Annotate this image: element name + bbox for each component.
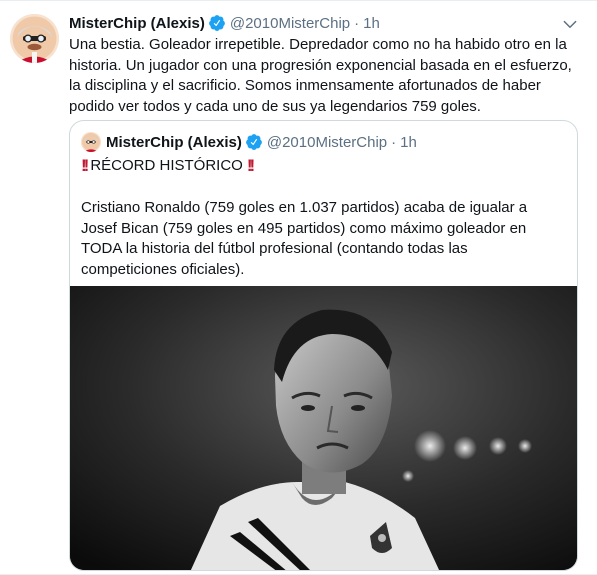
tweet-text: Una bestia. Goleador irrepetible. Depred… [69,36,572,115]
quoted-tweet-text: Cristiano Ronaldo (759 goles en 1.037 pa… [81,199,528,278]
quoted-tweet-title-line: !! RÉCORD HISTÓRICO !! [81,156,256,176]
verified-badge-icon [245,133,263,151]
quoted-tweet-timestamp[interactable]: 1h [400,134,417,151]
quoted-tweet[interactable]: MisterChip (Alexis) @2010MisterChip · 1h… [69,120,578,571]
quoted-tweet-header: MisterChip (Alexis) @2010MisterChip · 1h [81,131,417,153]
author-handle[interactable]: @2010MisterChip [230,15,350,32]
author-avatar[interactable] [10,14,59,63]
quoted-author-handle[interactable]: @2010MisterChip [267,134,387,151]
quoted-tweet-photo[interactable] [70,286,577,570]
verified-badge-icon [208,14,226,32]
chevron-down-icon[interactable] [559,15,581,33]
author-name[interactable]: MisterChip (Alexis) [69,15,205,32]
double-exclamation-icon: !! [246,156,256,175]
separator-dot: · [354,14,360,32]
tweet[interactable]: MisterChip (Alexis) @2010MisterChip · 1h… [0,0,597,575]
separator-dot: · [391,133,397,151]
tweet-timestamp[interactable]: 1h [363,15,380,32]
tweet-header: MisterChip (Alexis) @2010MisterChip · 1h [69,13,380,33]
quoted-tweet-title: RÉCORD HISTÓRICO [90,157,243,174]
quoted-author-name[interactable]: MisterChip (Alexis) [106,134,242,151]
quoted-author-avatar[interactable] [81,132,101,152]
double-exclamation-icon: !! [81,156,90,175]
